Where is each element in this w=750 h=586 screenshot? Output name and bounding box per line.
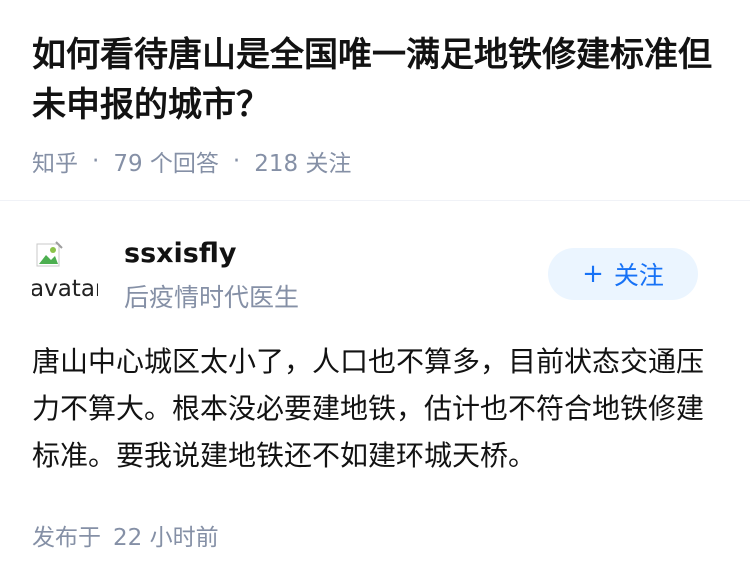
published-time: 22 小时前 xyxy=(113,525,219,551)
answers-count[interactable]: 79 个回答 xyxy=(113,144,219,178)
zhihu-question-page: 如何看待唐山是全国唯一满足地铁修建标准但未申报的城市？ 知乎 · 79 个回答 … xyxy=(0,0,750,586)
answer-content: 唐山中心城区太小了，人口也不算多，目前状态交通压力不算大。根本没必要建地铁，估计… xyxy=(32,345,705,472)
meta-separator: · xyxy=(92,148,100,174)
question-meta: 知乎 · 79 个回答 · 218 关注 xyxy=(32,144,722,178)
broken-image-icon xyxy=(36,241,63,267)
avatar-alt-text: avatar xyxy=(32,276,98,302)
author-name[interactable]: ssxisfly xyxy=(124,238,237,269)
question-title[interactable]: 如何看待唐山是全国唯一满足地铁修建标准但未申报的城市？ xyxy=(32,30,722,130)
plus-icon: + xyxy=(582,259,604,289)
avatar[interactable]: avatar xyxy=(32,238,98,304)
answer-author-row: avatar ssxisfly 后疫情时代医生 + 关注 xyxy=(32,238,698,312)
meta-separator: · xyxy=(232,148,241,174)
source-label[interactable]: 知乎 xyxy=(32,144,78,178)
follow-button-label: 关注 xyxy=(613,261,664,290)
followers-count[interactable]: 218 关注 xyxy=(254,144,351,178)
section-divider xyxy=(0,200,750,201)
author-bio: 后疫情时代医生 xyxy=(124,283,300,312)
question-header: 如何看待唐山是全国唯一满足地铁修建标准但未申报的城市？ 知乎 · 79 个回答 … xyxy=(32,30,722,178)
published-prefix: 发布于 xyxy=(32,525,101,551)
answer-published-time: 发布于 22 小时前 xyxy=(32,518,219,552)
follow-button[interactable]: + 关注 xyxy=(548,248,698,300)
